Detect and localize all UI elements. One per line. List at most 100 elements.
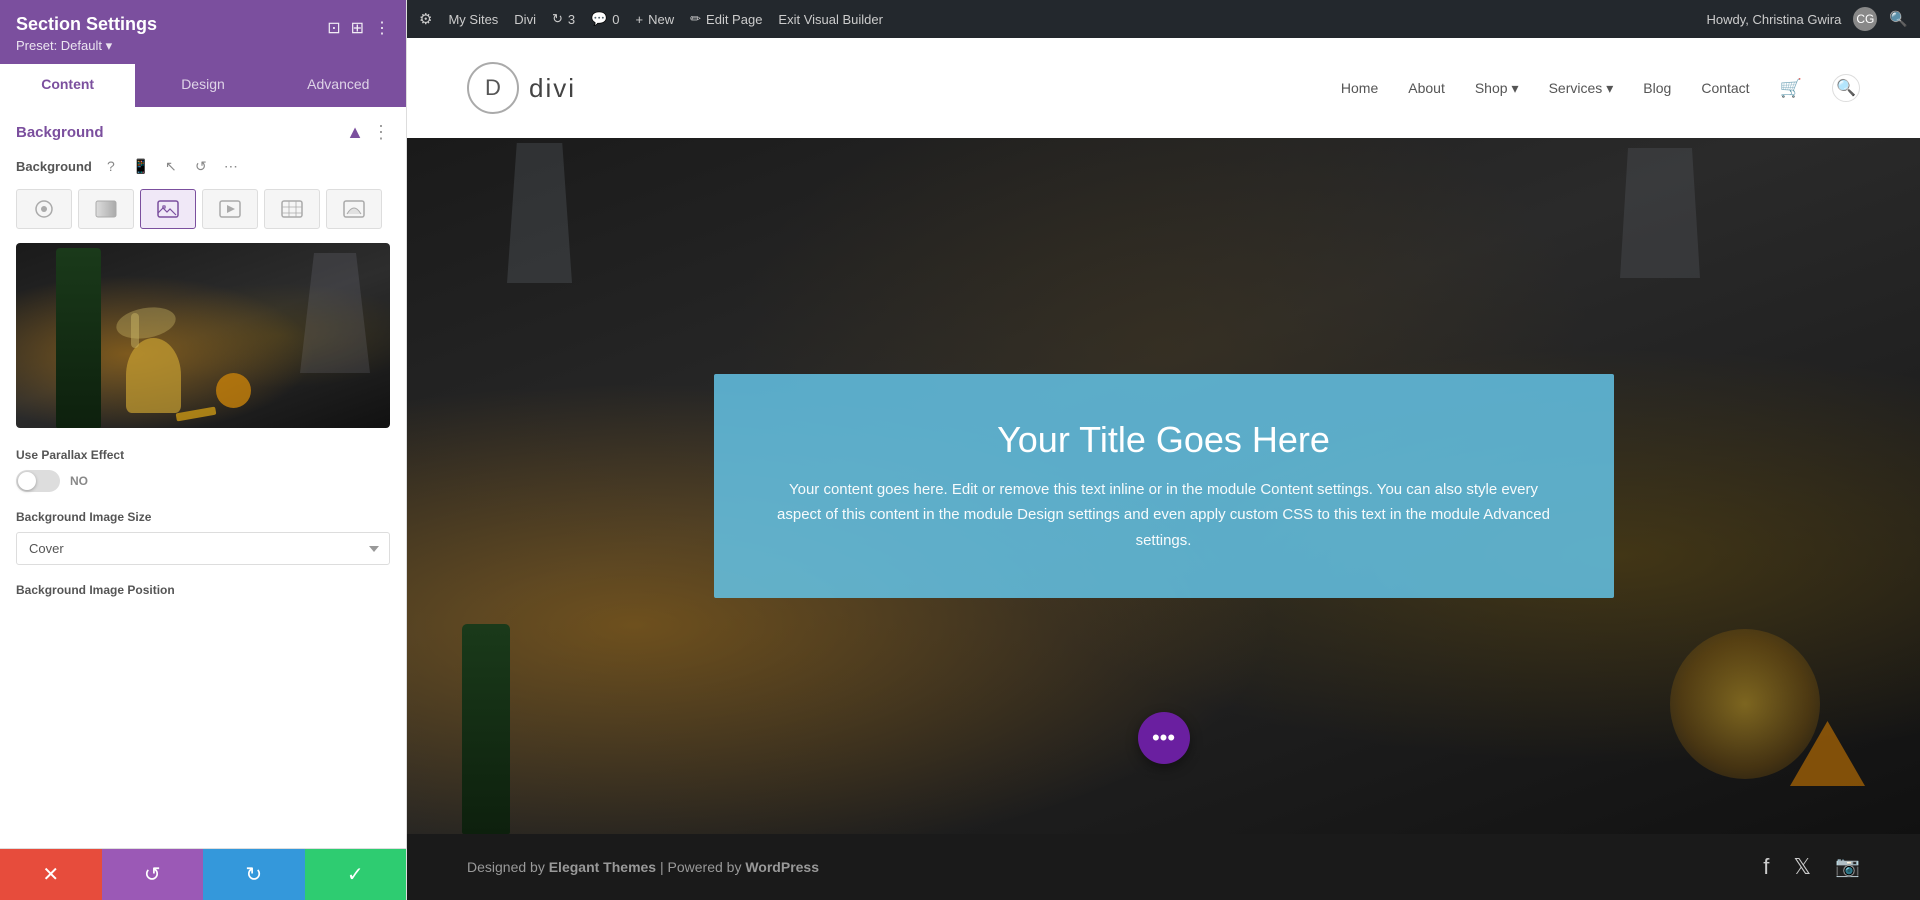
bg-image-position-label: Background Image Position xyxy=(16,583,390,597)
footer-social: f 𝕏 📷 xyxy=(1763,854,1860,880)
bottom-action-bar: ✕ ↺ ↻ ✓ xyxy=(0,848,406,900)
site-logo[interactable]: D divi xyxy=(467,62,576,114)
pencil-icon: ✏ xyxy=(690,11,701,27)
background-label: Background xyxy=(16,159,92,174)
bg-type-color[interactable] xyxy=(16,189,72,229)
hero-body: Your content goes here. Edit or remove t… xyxy=(774,477,1554,554)
help-icon[interactable]: ? xyxy=(100,155,122,177)
main-area: ⚙ My Sites Divi ↻ 3 💬 0 + New ✏ Edit Pag… xyxy=(407,0,1920,900)
site-header: D divi Home About Shop ▾ Services ▾ Blog… xyxy=(407,38,1920,138)
background-image-preview[interactable] xyxy=(16,243,390,428)
wordpress-link[interactable]: WordPress xyxy=(745,859,819,875)
admin-bar-right: Howdy, Christina Gwira CG 🔍 xyxy=(1706,7,1908,31)
confirm-icon: ✓ xyxy=(347,862,364,887)
options-icon[interactable]: ⋯ xyxy=(220,155,242,177)
comments-count: 0 xyxy=(612,12,619,27)
updates-item[interactable]: ↻ 3 xyxy=(552,11,575,27)
footer-credit-mid: | Powered by xyxy=(656,859,745,875)
resize-icon[interactable]: ⊡ xyxy=(327,18,340,38)
undo-icon: ↺ xyxy=(144,862,161,887)
elegant-themes-link[interactable]: Elegant Themes xyxy=(549,859,656,875)
nav-search[interactable]: 🔍 xyxy=(1832,74,1860,102)
edit-page-item[interactable]: ✏ Edit Page xyxy=(690,11,762,27)
comments-item[interactable]: 💬 0 xyxy=(591,11,619,27)
tab-design[interactable]: Design xyxy=(135,64,270,107)
my-sites-item[interactable]: My Sites xyxy=(448,12,498,27)
new-item[interactable]: + New xyxy=(636,12,675,27)
site-footer: Designed by Elegant Themes | Powered by … xyxy=(407,834,1920,900)
undo-button[interactable]: ↺ xyxy=(102,849,204,900)
footer-credit-prefix: Designed by xyxy=(467,859,549,875)
redo-button[interactable]: ↻ xyxy=(203,849,305,900)
tab-advanced[interactable]: Advanced xyxy=(271,64,406,107)
twitter-icon[interactable]: 𝕏 xyxy=(1793,854,1811,880)
panel-header-icons: ⊡ ⊞ ⋮ xyxy=(327,18,390,38)
fab-button[interactable]: ••• xyxy=(1138,712,1190,764)
preset-label[interactable]: Preset: Default ▾ xyxy=(16,38,157,54)
nav-contact[interactable]: Contact xyxy=(1701,80,1749,96)
nav-services[interactable]: Services ▾ xyxy=(1549,80,1614,97)
fab-icon: ••• xyxy=(1152,725,1175,751)
hero-title: Your Title Goes Here xyxy=(774,419,1554,461)
updates-icon: ↻ xyxy=(552,11,563,27)
hero-content-box: Your Title Goes Here Your content goes h… xyxy=(714,374,1614,599)
cart-icon[interactable]: 🛒 xyxy=(1780,78,1802,99)
shop-dropdown-icon: ▾ xyxy=(1512,80,1519,97)
panel-title: Section Settings xyxy=(16,14,157,35)
instagram-icon[interactable]: 📷 xyxy=(1835,854,1860,880)
background-section-title: Background xyxy=(16,124,104,141)
bg-type-image[interactable] xyxy=(140,189,196,229)
bg-image-size-field: Background Image Size Cover Contain Auto… xyxy=(16,510,390,565)
services-dropdown-icon: ▾ xyxy=(1606,80,1613,97)
wp-logo-item[interactable]: ⚙ xyxy=(419,10,432,28)
bg-type-pattern[interactable] xyxy=(264,189,320,229)
divi-item[interactable]: Divi xyxy=(514,12,536,27)
background-section: Background ▲ ⋮ Background ? 📱 ↖ ↺ ⋯ xyxy=(0,107,406,627)
reset-icon[interactable]: ↺ xyxy=(190,155,212,177)
cancel-icon: ✕ xyxy=(42,862,59,887)
user-avatar[interactable]: CG xyxy=(1853,7,1877,31)
panel-content: Background ▲ ⋮ Background ? 📱 ↖ ↺ ⋯ xyxy=(0,107,406,848)
nav-shop[interactable]: Shop ▾ xyxy=(1475,80,1519,97)
parallax-label: Use Parallax Effect xyxy=(16,448,390,462)
wordpress-icon: ⚙ xyxy=(419,10,432,28)
bg-image-position-field: Background Image Position xyxy=(16,583,390,597)
bg-type-video[interactable] xyxy=(202,189,258,229)
site-nav: Home About Shop ▾ Services ▾ Blog Contac… xyxy=(1341,74,1860,102)
grid-icon[interactable]: ⊞ xyxy=(351,18,364,38)
more-options-icon[interactable]: ⋮ xyxy=(374,18,390,38)
parallax-toggle-label: NO xyxy=(70,474,88,488)
parallax-toggle[interactable] xyxy=(16,470,60,492)
bg-type-mask[interactable] xyxy=(326,189,382,229)
edit-page-label: Edit Page xyxy=(706,12,762,27)
admin-search-icon[interactable]: 🔍 xyxy=(1889,10,1908,28)
device-icon[interactable]: 📱 xyxy=(130,155,152,177)
howdy-text: Howdy, Christina Gwira xyxy=(1706,12,1841,27)
logo-text: divi xyxy=(529,73,576,104)
facebook-icon[interactable]: f xyxy=(1763,854,1769,880)
parallax-field: Use Parallax Effect NO xyxy=(16,448,390,492)
logo-circle: D xyxy=(467,62,519,114)
wp-admin-bar: ⚙ My Sites Divi ↻ 3 💬 0 + New ✏ Edit Pag… xyxy=(407,0,1920,38)
nav-home[interactable]: Home xyxy=(1341,80,1378,96)
my-sites-label: My Sites xyxy=(448,12,498,27)
cursor-icon[interactable]: ↖ xyxy=(160,155,182,177)
plus-icon: + xyxy=(636,12,644,27)
nav-blog[interactable]: Blog xyxy=(1643,80,1671,96)
new-label: New xyxy=(648,12,674,27)
section-more-button[interactable]: ⋮ xyxy=(372,123,390,141)
nav-about[interactable]: About xyxy=(1408,80,1445,96)
exit-builder-label: Exit Visual Builder xyxy=(778,12,883,27)
tab-content[interactable]: Content xyxy=(0,64,135,107)
background-label-row: Background ? 📱 ↖ ↺ ⋯ xyxy=(16,155,390,177)
confirm-button[interactable]: ✓ xyxy=(305,849,407,900)
exit-builder-item[interactable]: Exit Visual Builder xyxy=(778,12,883,27)
bg-type-gradient[interactable] xyxy=(78,189,134,229)
background-section-header: Background ▲ ⋮ xyxy=(16,123,390,141)
collapse-button[interactable]: ▲ xyxy=(346,123,364,141)
cancel-button[interactable]: ✕ xyxy=(0,849,102,900)
logo-letter: D xyxy=(485,75,501,101)
background-type-row xyxy=(16,189,390,229)
bg-image-size-select[interactable]: Cover Contain Auto Custom xyxy=(16,532,390,565)
footer-credit: Designed by Elegant Themes | Powered by … xyxy=(467,859,819,875)
